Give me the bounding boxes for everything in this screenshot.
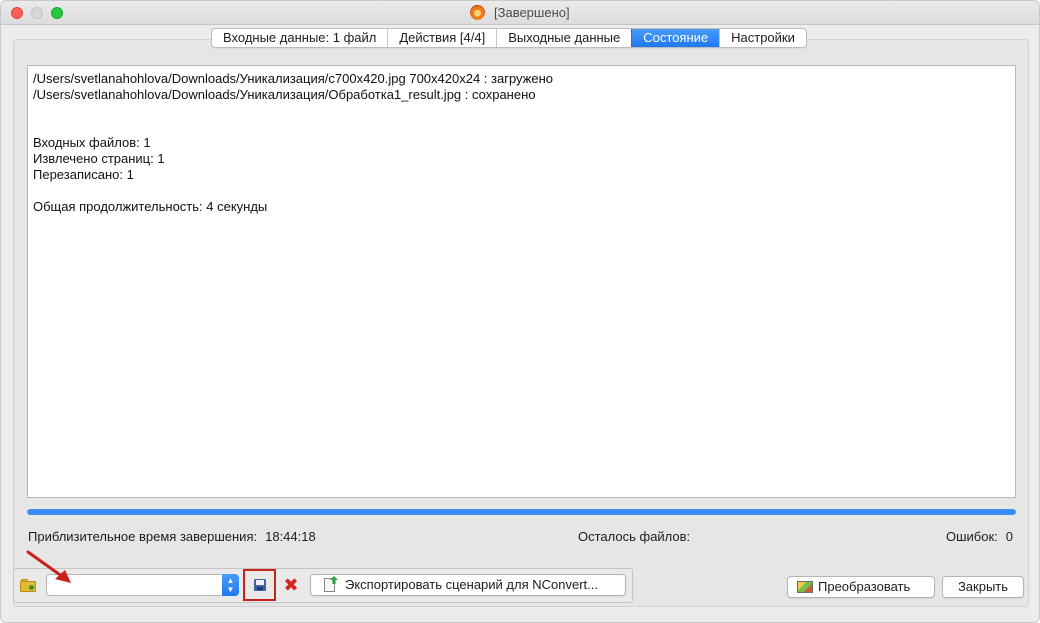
log-line: Входных файлов: 1 xyxy=(33,135,151,150)
tab-input[interactable]: Входные данные: 1 файл xyxy=(212,29,387,47)
tab-status[interactable]: Состояние xyxy=(631,29,720,47)
estimated-time-label: Приблизительное время завершения: xyxy=(28,529,258,544)
close-button-label: Закрыть xyxy=(957,579,1009,594)
tab-settings[interactable]: Настройки xyxy=(719,29,806,47)
app-icon xyxy=(470,5,486,20)
errors-label: Ошибок: xyxy=(945,529,998,544)
folder-icon[interactable] xyxy=(20,579,36,592)
window-title: [Завершено] xyxy=(494,5,570,20)
chevron-up-down-icon: ▲ ▼ xyxy=(222,574,239,596)
delete-preset-icon[interactable]: ✖ xyxy=(282,575,300,595)
floppy-disk-icon xyxy=(254,579,266,591)
tab-bar: Входные данные: 1 файл Действия [4/4] Вы… xyxy=(211,28,807,48)
convert-button[interactable]: Преобразовать xyxy=(787,576,935,598)
files-left-status: Осталось файлов: xyxy=(578,529,690,544)
log-line: Перезаписано: 1 xyxy=(33,167,134,182)
tab-actions[interactable]: Действия [4/4] xyxy=(387,29,496,47)
save-preset-button[interactable] xyxy=(243,569,276,601)
document-arrow-icon xyxy=(324,576,338,592)
status-log[interactable]: /Users/svetlanahohlova/Downloads/Уникали… xyxy=(27,65,1016,498)
errors-value: 0 xyxy=(1005,529,1013,544)
preset-select[interactable]: ▲ ▼ xyxy=(46,574,239,596)
export-nconvert-label: Экспортировать сценарий для NConvert... xyxy=(345,577,598,592)
errors-status: Ошибок: 0 xyxy=(946,529,1013,544)
export-nconvert-button[interactable]: Экспортировать сценарий для NConvert... xyxy=(310,574,626,596)
log-line: /Users/svetlanahohlova/Downloads/Уникали… xyxy=(33,71,554,86)
estimated-time-value: 18:44:18 xyxy=(265,529,316,544)
image-convert-icon xyxy=(797,581,813,593)
preset-toolbar: ▲ ▼ ✖ Экспортировать сценарий для NConver… xyxy=(13,568,633,603)
convert-button-label: Преобразовать xyxy=(818,579,911,594)
progress-bar-fill xyxy=(27,509,1016,515)
progress-bar xyxy=(27,509,1016,515)
estimated-time-status: Приблизительное время завершения: 18:44:1… xyxy=(28,529,316,544)
log-line: /Users/svetlanahohlova/Downloads/Уникали… xyxy=(33,87,536,102)
title-bar: [Завершено] xyxy=(1,1,1039,25)
app-window: [Завершено] Входные данные: 1 файл Дейст… xyxy=(0,0,1040,623)
log-line: Извлечено страниц: 1 xyxy=(33,151,165,166)
files-left-label: Осталось файлов: xyxy=(578,529,691,544)
window-title-wrap: [Завершено] xyxy=(1,5,1039,20)
tab-output[interactable]: Выходные данные xyxy=(496,29,631,47)
log-line: Общая продолжительность: 4 секунды xyxy=(33,199,268,214)
close-button[interactable]: Закрыть xyxy=(942,576,1024,598)
